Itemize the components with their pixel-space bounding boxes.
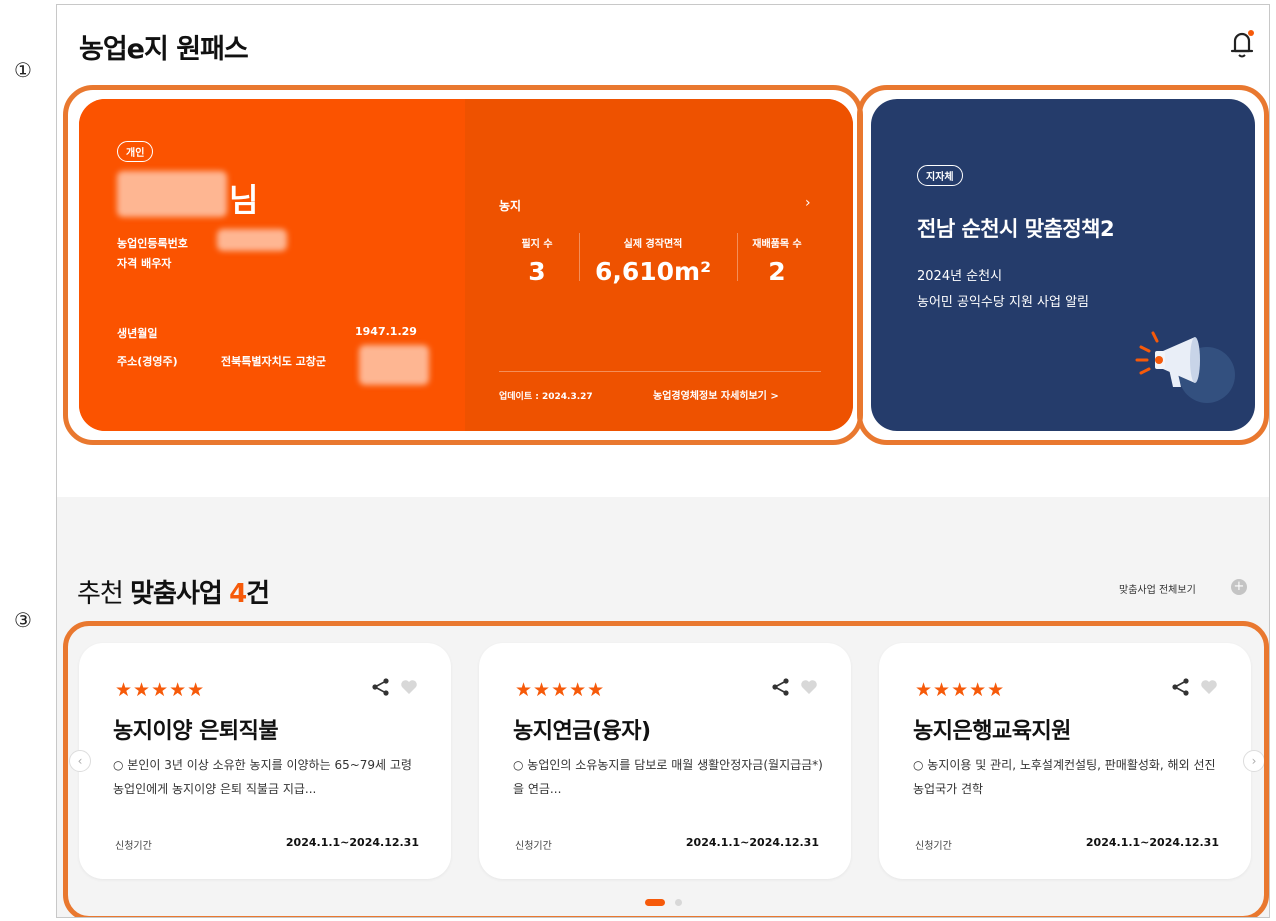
recommend-title-main: 맞춤사업 — [130, 579, 223, 609]
highlight-frame-2 — [857, 85, 1269, 445]
app-frame: 농업e지 원패스 개인 님 농업인등록번호 자격 배우자 생년월일 1947.1… — [56, 4, 1270, 918]
callout-3: ③ — [14, 608, 32, 632]
highlight-frame-3 — [63, 621, 1269, 917]
app-title: 농업e지 원패스 — [79, 34, 249, 65]
recommend-title: 추천 맞춤사업 4건 — [77, 573, 270, 610]
callout-1: ① — [14, 58, 32, 82]
bell-icon[interactable] — [1227, 27, 1257, 61]
recommend-unit: 건 — [246, 579, 270, 609]
highlight-frame-1 — [63, 85, 863, 445]
recommend-count: 4 — [229, 579, 247, 609]
recommend-title-prefix: 추천 — [77, 579, 124, 609]
plus-circle-icon[interactable]: + — [1231, 579, 1247, 595]
view-all-link[interactable]: 맞춤사업 전체보기 — [1119, 581, 1196, 596]
top-section: 농업e지 원패스 개인 님 농업인등록번호 자격 배우자 생년월일 1947.1… — [57, 5, 1269, 497]
